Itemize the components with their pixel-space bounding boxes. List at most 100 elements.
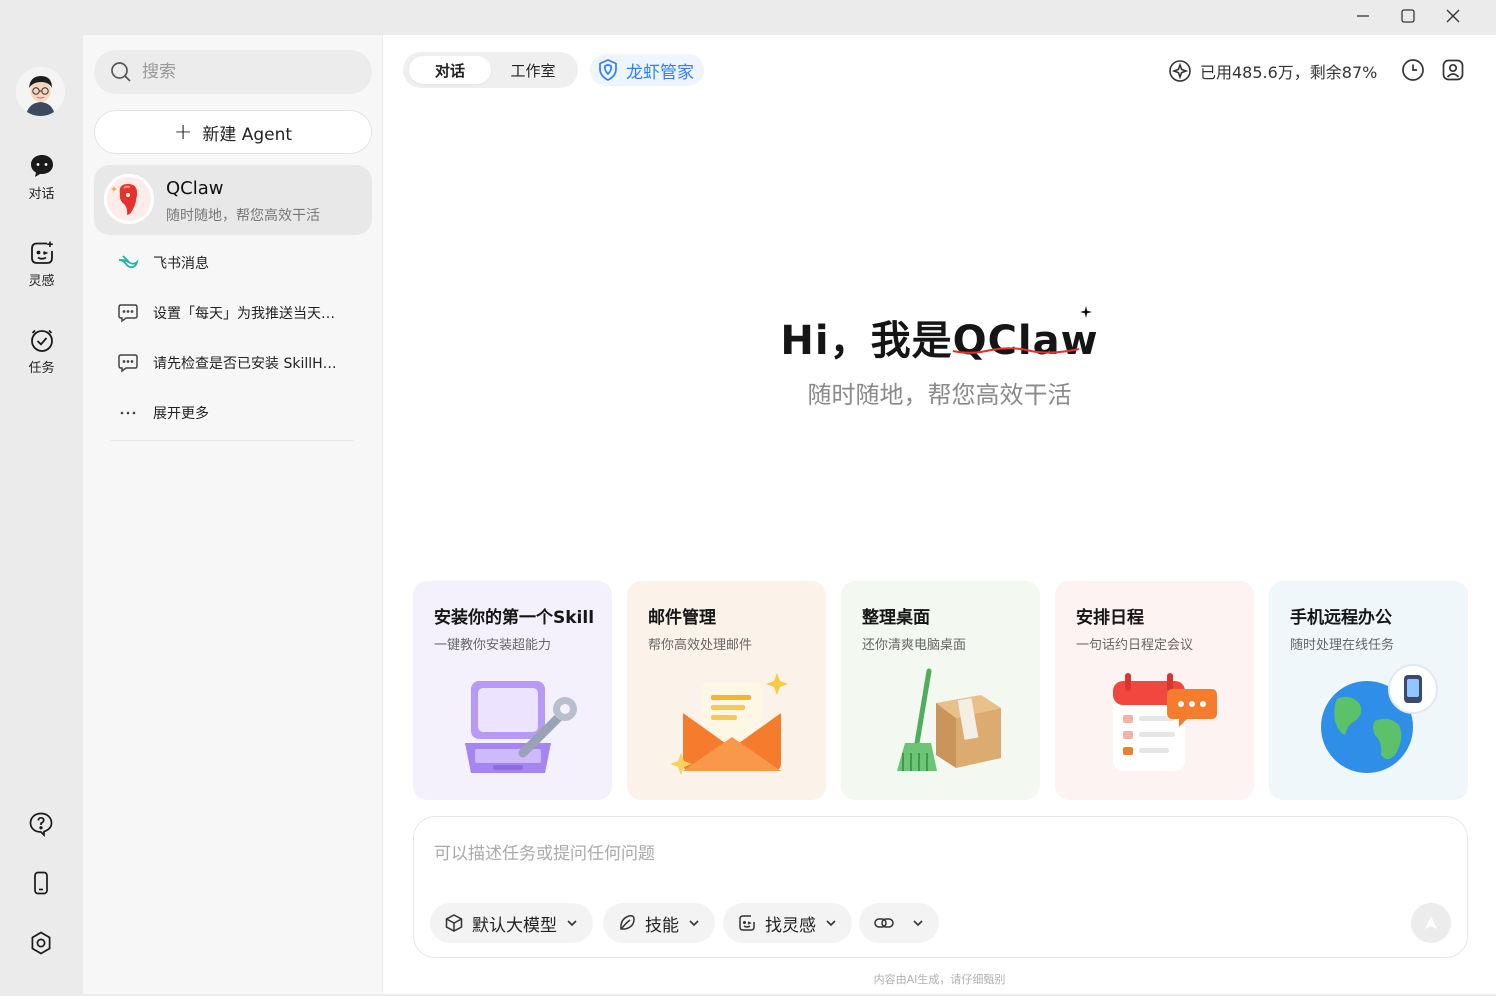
settings-button[interactable] <box>27 929 55 957</box>
rail-item-tasks[interactable]: 任务 <box>0 327 83 376</box>
tab-studio[interactable]: 工作室 <box>493 56 573 84</box>
card-subtitle: 一键教你安装超能力 <box>434 638 552 653</box>
rail-label-inspiration: 灵感 <box>28 274 55 289</box>
prompt-input[interactable] <box>434 839 1434 879</box>
card-organize-desktop[interactable]: 整理桌面 还你清爽电脑桌面 <box>841 581 1040 800</box>
chevron-down-icon <box>824 916 838 930</box>
sidebar: + 新建 Agent QClaw 随时随地，帮您高效干活 飞书消息 <box>83 35 383 996</box>
hero: Hi，我是QClaw 随时随地，帮您高效干活 <box>383 0 1496 409</box>
chat-item-skillhub[interactable]: 请先检查是否已安装 SkillH… <box>117 348 367 378</box>
card-title: 安排日程 <box>1076 608 1144 628</box>
card-title: 整理桌面 <box>862 608 930 628</box>
lobster-butler-button[interactable]: 龙虾管家 <box>590 54 704 86</box>
card-mobile-office[interactable]: 手机远程办公 随时处理在线任务 <box>1269 581 1468 800</box>
calendar-icon <box>1113 673 1217 771</box>
model-selector[interactable]: 默认大模型 <box>430 903 593 943</box>
quota-icon <box>1169 60 1191 82</box>
broom-box-icon <box>897 668 1001 771</box>
cube-icon <box>444 913 464 933</box>
settings-icon <box>31 931 51 955</box>
phone-icon <box>34 871 48 895</box>
model-label: 默认大模型 <box>472 915 557 936</box>
search-icon <box>111 62 131 82</box>
card-email-management[interactable]: 邮件管理 帮你高效处理邮件 <box>627 581 826 800</box>
expand-more-label: 展开更多 <box>153 406 209 422</box>
rail-item-chat[interactable]: 对话 <box>0 153 83 202</box>
inspiration-label: 找灵感 <box>765 915 816 936</box>
task-check-icon <box>30 329 53 352</box>
composer: 默认大模型 技能 找灵感 <box>413 816 1468 958</box>
chat-icon <box>117 302 139 324</box>
chat-item-label: 设置「每天」为我推送当天… <box>153 306 335 322</box>
new-agent-button[interactable]: + 新建 Agent <box>94 110 372 154</box>
laptop-wrench-icon <box>465 681 577 773</box>
chat-item-feishu[interactable]: 飞书消息 <box>117 248 367 278</box>
chat-item-label: 飞书消息 <box>153 256 209 272</box>
expand-more-button[interactable]: 展开更多 <box>117 398 367 428</box>
link-selector[interactable] <box>859 903 939 943</box>
chat-item-daily-push[interactable]: 设置「每天」为我推送当天… <box>117 298 367 328</box>
send-arrow-icon <box>1425 916 1437 929</box>
chevron-down-icon <box>565 916 579 930</box>
lobster-butler-label: 龙虾管家 <box>626 62 694 83</box>
user-icon <box>1442 59 1464 81</box>
history-button[interactable] <box>1400 57 1426 83</box>
help-icon <box>29 812 53 837</box>
minimize-button[interactable] <box>1340 0 1385 32</box>
qclaw-logo-icon <box>104 174 154 224</box>
user-avatar-icon <box>16 67 65 116</box>
inspiration-icon <box>30 241 53 264</box>
tab-chat[interactable]: 对话 <box>409 56 491 84</box>
help-button[interactable] <box>27 810 55 838</box>
new-agent-label: 新建 Agent <box>202 124 293 145</box>
account-button[interactable] <box>1440 57 1466 83</box>
search-input[interactable] <box>142 62 342 82</box>
tab-switcher: 对话 工作室 <box>403 52 578 88</box>
globe-phone-icon <box>1321 664 1438 773</box>
card-title: 安装你的第一个Skill <box>434 608 595 628</box>
plus-icon: + <box>173 119 193 145</box>
feishu-icon <box>117 252 139 274</box>
inspiration-icon <box>737 913 757 933</box>
chat-item-label: 请先检查是否已安装 SkillH… <box>153 356 337 372</box>
agent-name: QClaw <box>166 178 224 199</box>
skill-leaf-icon <box>617 913 637 933</box>
card-title: 手机远程办公 <box>1290 608 1392 628</box>
sidebar-divider <box>111 440 353 441</box>
maximize-icon <box>1400 9 1415 23</box>
envelope-icon <box>670 673 788 775</box>
card-title: 邮件管理 <box>648 608 716 628</box>
card-subtitle: 帮你高效处理邮件 <box>648 638 753 653</box>
card-subtitle: 还你清爽电脑桌面 <box>862 638 967 653</box>
card-schedule[interactable]: 安排日程 一句话约日程定会议 <box>1055 581 1254 800</box>
avatar[interactable] <box>16 67 65 116</box>
search-box[interactable] <box>94 50 372 94</box>
skill-selector[interactable]: 技能 <box>603 903 715 943</box>
card-subtitle: 随时处理在线任务 <box>1290 638 1395 653</box>
card-subtitle: 一句话约日程定会议 <box>1076 638 1194 653</box>
rail-label-tasks: 任务 <box>28 361 55 376</box>
maximize-button[interactable] <box>1385 0 1430 32</box>
rail-item-inspiration[interactable]: 灵感 <box>0 240 83 289</box>
skill-label: 技能 <box>645 915 679 936</box>
rail-label-chat: 对话 <box>28 187 55 202</box>
usage-text: 已用485.6万，剩余87% <box>1200 63 1378 82</box>
sparkle-icon <box>1080 306 1092 318</box>
card-install-skill[interactable]: 安装你的第一个Skill 一键教你安装超能力 <box>413 581 612 800</box>
underline-squiggle-icon <box>952 347 1080 354</box>
minimize-icon <box>1356 15 1369 17</box>
more-icon <box>117 402 139 424</box>
title-bar <box>0 0 1496 35</box>
send-button[interactable] <box>1411 903 1451 943</box>
close-button[interactable] <box>1430 0 1475 32</box>
inspiration-selector[interactable]: 找灵感 <box>723 903 852 943</box>
agent-subtitle: 随时随地，帮您高效干活 <box>166 208 320 224</box>
usage-indicator[interactable]: 已用485.6万，剩余87% <box>1168 57 1377 85</box>
lobster-shield-icon <box>599 59 617 81</box>
close-icon <box>1446 9 1459 23</box>
link-icon <box>873 913 895 933</box>
phone-button[interactable] <box>27 869 55 897</box>
chevron-down-icon <box>687 916 701 930</box>
agent-card-qclaw[interactable]: QClaw 随时随地，帮您高效干活 <box>94 165 372 235</box>
left-rail: 对话 灵感 任务 <box>0 35 83 996</box>
